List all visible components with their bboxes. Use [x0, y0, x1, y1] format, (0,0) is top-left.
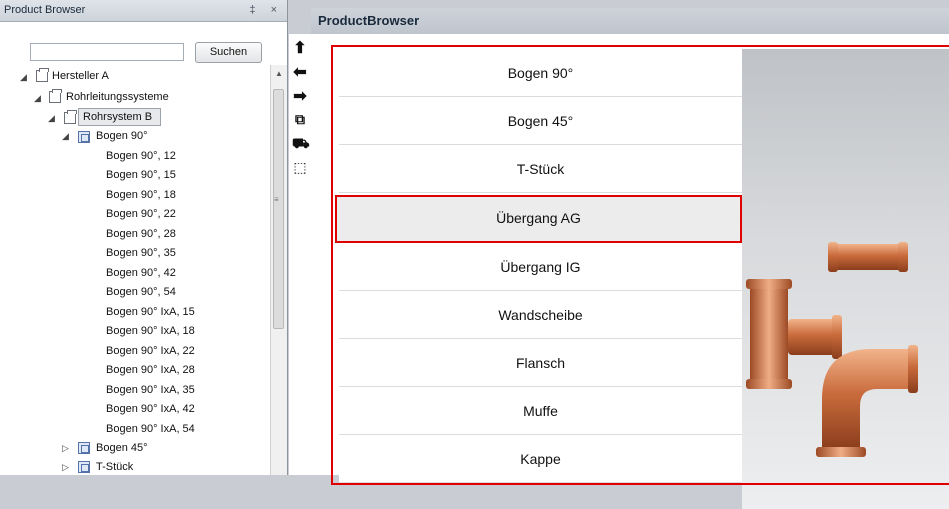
tree-node-bogen-45[interactable]: Bogen 45°: [96, 439, 148, 457]
tree-leaf[interactable]: Bogen 90°, 28: [106, 225, 176, 243]
tree-leaf[interactable]: Bogen 90°, 42: [106, 264, 176, 282]
tree-leaf[interactable]: Bogen 90°, 54: [106, 283, 176, 301]
selection-icon[interactable]: ⬚: [292, 158, 308, 176]
tree-leaf[interactable]: Bogen 90° IxA, 15: [106, 303, 195, 321]
scrollbar-thumb[interactable]: [273, 89, 284, 329]
tree-leaf[interactable]: Bogen 90° IxA, 54: [106, 420, 195, 438]
product-group-icon: [78, 461, 90, 473]
tree-node-hersteller[interactable]: Hersteller A: [52, 67, 109, 85]
cart-icon[interactable]: ⛟: [292, 134, 310, 152]
tree-leaf[interactable]: Bogen 90°, 15: [106, 166, 176, 184]
tree-node-t-stueck[interactable]: T-Stück: [96, 458, 133, 476]
toolstrip: ⬆ ⬅ ➡ ⧉ ⛟ ⬚: [289, 34, 311, 475]
arrow-up-icon[interactable]: ⬆: [292, 40, 308, 58]
product-content: Bogen 90° Bogen 45° T-Stück Übergang AG …: [311, 34, 949, 509]
tree-leaf[interactable]: Bogen 90°, 22: [106, 205, 176, 223]
selection-frame: [331, 45, 949, 485]
arrow-right-icon[interactable]: ➡: [292, 88, 308, 106]
expand-arrow-icon[interactable]: ◢: [48, 113, 55, 124]
folder-icon: [49, 89, 62, 103]
tree-leaf[interactable]: Bogen 90°, 12: [106, 147, 176, 165]
collapse-arrow-icon[interactable]: ▷: [62, 462, 69, 473]
tree-leaf[interactable]: Bogen 90° IxA, 18: [106, 322, 195, 340]
expand-arrow-icon[interactable]: ◢: [20, 72, 27, 83]
tree-node-rohrleitungssysteme[interactable]: Rohrleitungssysteme: [66, 88, 169, 106]
scroll-up-icon[interactable]: ▲: [275, 69, 283, 78]
tree-node-bogen-90[interactable]: Bogen 90°: [96, 127, 148, 145]
arrow-left-icon[interactable]: ⬅: [292, 64, 308, 82]
tree-leaf[interactable]: Bogen 90° IxA, 22: [106, 342, 195, 360]
expand-arrow-icon[interactable]: ◢: [62, 131, 69, 142]
tree-scrollbar[interactable]: ▲ ≡: [270, 65, 287, 475]
tree-leaf[interactable]: Bogen 90°, 18: [106, 186, 176, 204]
tree-node-rohrsystem-b[interactable]: Rohrsystem B: [78, 108, 162, 126]
folder-icon: [36, 68, 49, 82]
product-group-icon: [78, 442, 90, 454]
tree-leaf[interactable]: Bogen 90°, 35: [106, 244, 176, 262]
open-external-icon[interactable]: ⧉: [292, 110, 308, 128]
main-title: ProductBrowser: [311, 8, 949, 34]
folder-icon: [64, 110, 77, 124]
tree-leaf[interactable]: Bogen 90° IxA, 35: [106, 381, 195, 399]
product-tree: ◢ Hersteller A ◢ Rohrleitungssysteme ◢ R…: [0, 0, 270, 475]
tree-leaf[interactable]: Bogen 90° IxA, 28: [106, 361, 195, 379]
product-browser-panel: Product Browser ‡ × Suchen ◢ Hersteller …: [0, 0, 288, 475]
product-group-icon: [78, 131, 90, 143]
expand-arrow-icon[interactable]: ◢: [34, 93, 41, 104]
tree-leaf[interactable]: Bogen 90° IxA, 42: [106, 400, 195, 418]
grip-icon: ≡: [274, 195, 279, 204]
collapse-arrow-icon[interactable]: ▷: [62, 443, 69, 454]
